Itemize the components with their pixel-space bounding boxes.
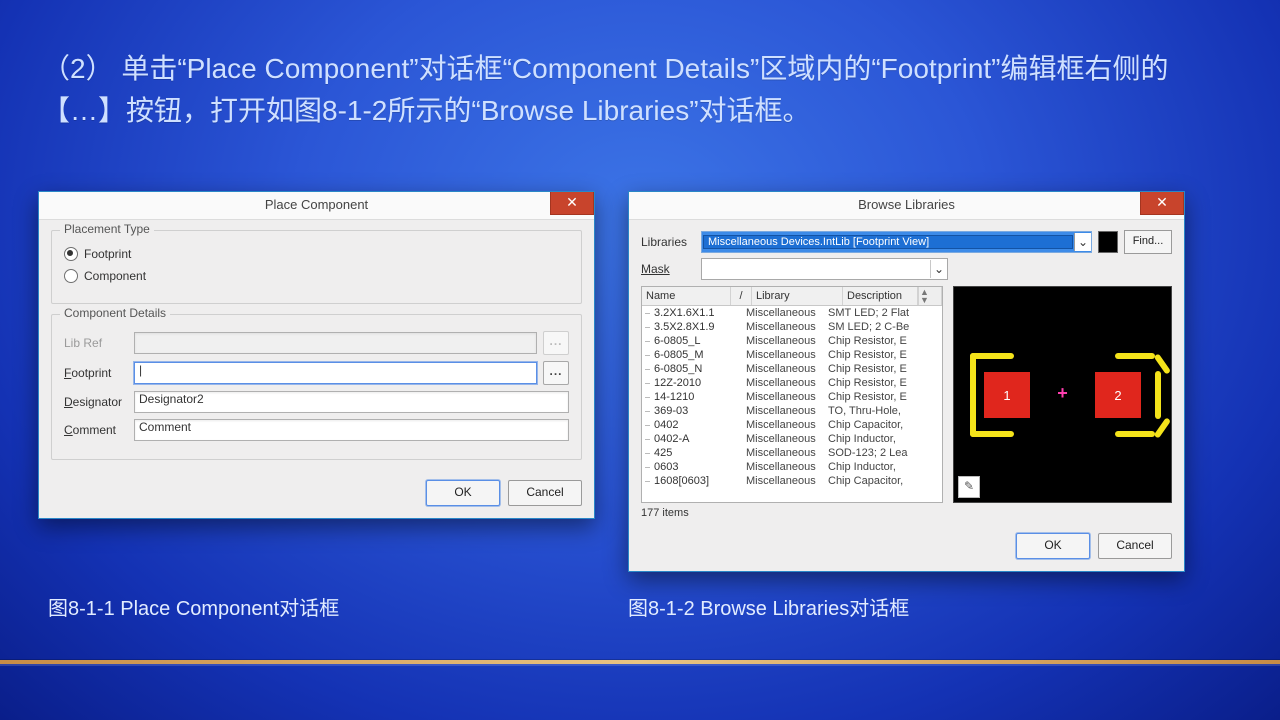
ok-button[interactable]: OK <box>426 480 500 506</box>
table-row[interactable]: 6-0805_MMiscellaneousChip Resistor, E <box>642 348 942 362</box>
titlebar: Place Component ✕ <box>39 192 594 220</box>
pad-2: 2 <box>1095 372 1141 418</box>
table-row[interactable]: 3.2X1.6X1.1MiscellaneousSMT LED; 2 Flat <box>642 306 942 320</box>
radio-icon <box>64 269 78 283</box>
figure-caption-1: 图8-1-1 Place Component对话框 <box>48 592 339 621</box>
table-row[interactable]: 6-0805_NMiscellaneousChip Resistor, E <box>642 362 942 376</box>
radio-icon <box>64 247 78 261</box>
find-button[interactable]: Find... <box>1124 230 1172 254</box>
libraries-label: Libraries <box>641 235 695 249</box>
titlebar: Browse Libraries ✕ <box>629 192 1184 220</box>
table-row[interactable]: 425MiscellaneousSOD-123; 2 Lea <box>642 446 942 460</box>
libref-browse-button: ... <box>543 331 569 355</box>
table-row[interactable]: 0402-AMiscellaneousChip Inductor, <box>642 432 942 446</box>
cancel-button[interactable]: Cancel <box>1098 533 1172 559</box>
table-row[interactable]: 369-03MiscellaneousTO, Thru-Hole, <box>642 404 942 418</box>
pad-1: 1 <box>984 372 1030 418</box>
libref-input <box>134 332 537 354</box>
table-row[interactable]: 1608[0603]MiscellaneousChip Capacitor, <box>642 474 942 488</box>
close-button[interactable]: ✕ <box>1140 192 1184 215</box>
table-row[interactable]: 14-1210MiscellaneousChip Resistor, E <box>642 390 942 404</box>
item-count: 177 items <box>641 507 1172 519</box>
radio-component[interactable]: Component <box>64 269 569 283</box>
table-row[interactable]: 3.5X2.8X1.9MiscellaneousSM LED; 2 C-Be <box>642 320 942 334</box>
col-sort[interactable]: / <box>731 287 752 305</box>
mask-label: Mask <box>641 262 695 276</box>
group-legend: Placement Type <box>60 222 154 236</box>
component-details-group: Component Details Lib Ref ... Footprint … <box>51 314 582 460</box>
radio-label: Component <box>84 269 146 283</box>
col-description[interactable]: Description <box>843 287 918 305</box>
libraries-combo[interactable]: Miscellaneous Devices.IntLib [Footprint … <box>701 231 1092 253</box>
dialog-title: Place Component <box>39 197 594 212</box>
combo-selected: Miscellaneous Devices.IntLib [Footprint … <box>703 235 1073 249</box>
footprint-input[interactable]: | <box>134 362 537 384</box>
instruction-text: （2） 单击“Place Component”对话框“Component Det… <box>42 48 1238 132</box>
radio-label: Footprint <box>84 247 131 261</box>
designator-input[interactable]: Designator2 <box>134 391 569 413</box>
table-row[interactable]: 6-0805_LMiscellaneousChip Resistor, E <box>642 334 942 348</box>
chevron-down-icon: ⌄ <box>1074 233 1091 251</box>
table-row[interactable]: 0402MiscellaneousChip Capacitor, <box>642 418 942 432</box>
group-legend: Component Details <box>60 306 170 320</box>
footprint-grid[interactable]: Name / Library Description 3.2X1.6X1.1Mi… <box>641 286 943 503</box>
slide-underline <box>0 660 1280 664</box>
close-button[interactable]: ✕ <box>550 192 594 215</box>
col-name[interactable]: Name <box>642 287 731 305</box>
mask-combo[interactable]: ⌄ <box>701 258 948 280</box>
browse-libraries-dialog: Browse Libraries ✕ Libraries Miscellaneo… <box>628 191 1185 572</box>
ok-button[interactable]: OK <box>1016 533 1090 559</box>
radio-footprint[interactable]: Footprint <box>64 247 569 261</box>
comment-input[interactable]: Comment <box>134 419 569 441</box>
footprint-label: Footprint <box>64 366 134 380</box>
zoom-tool-icon[interactable]: ✎ <box>958 476 980 498</box>
place-component-dialog: Place Component ✕ Placement Type Footpri… <box>38 191 595 519</box>
dialog-title: Browse Libraries <box>629 197 1184 212</box>
table-row[interactable]: 0603MiscellaneousChip Inductor, <box>642 460 942 474</box>
col-library[interactable]: Library <box>752 287 843 305</box>
scrollbar[interactable] <box>918 287 942 305</box>
figure-caption-2: 图8-1-2 Browse Libraries对话框 <box>628 592 909 621</box>
origin-icon: + <box>1057 383 1068 404</box>
grid-rows: 3.2X1.6X1.1MiscellaneousSMT LED; 2 Flat3… <box>642 306 942 496</box>
designator-label: Designator <box>64 395 134 409</box>
libref-label: Lib Ref <box>64 336 134 350</box>
grid-header: Name / Library Description <box>642 287 942 306</box>
color-swatch[interactable] <box>1098 231 1118 253</box>
placement-type-group: Placement Type Footprint Component <box>51 230 582 304</box>
comment-label: Comment <box>64 423 134 437</box>
chevron-down-icon: ⌄ <box>930 260 947 278</box>
footprint-browse-button[interactable]: ... <box>543 361 569 385</box>
footprint-preview: 1 2 + ✎ <box>953 286 1172 503</box>
cancel-button[interactable]: Cancel <box>508 480 582 506</box>
table-row[interactable]: 12Z-2010MiscellaneousChip Resistor, E <box>642 376 942 390</box>
